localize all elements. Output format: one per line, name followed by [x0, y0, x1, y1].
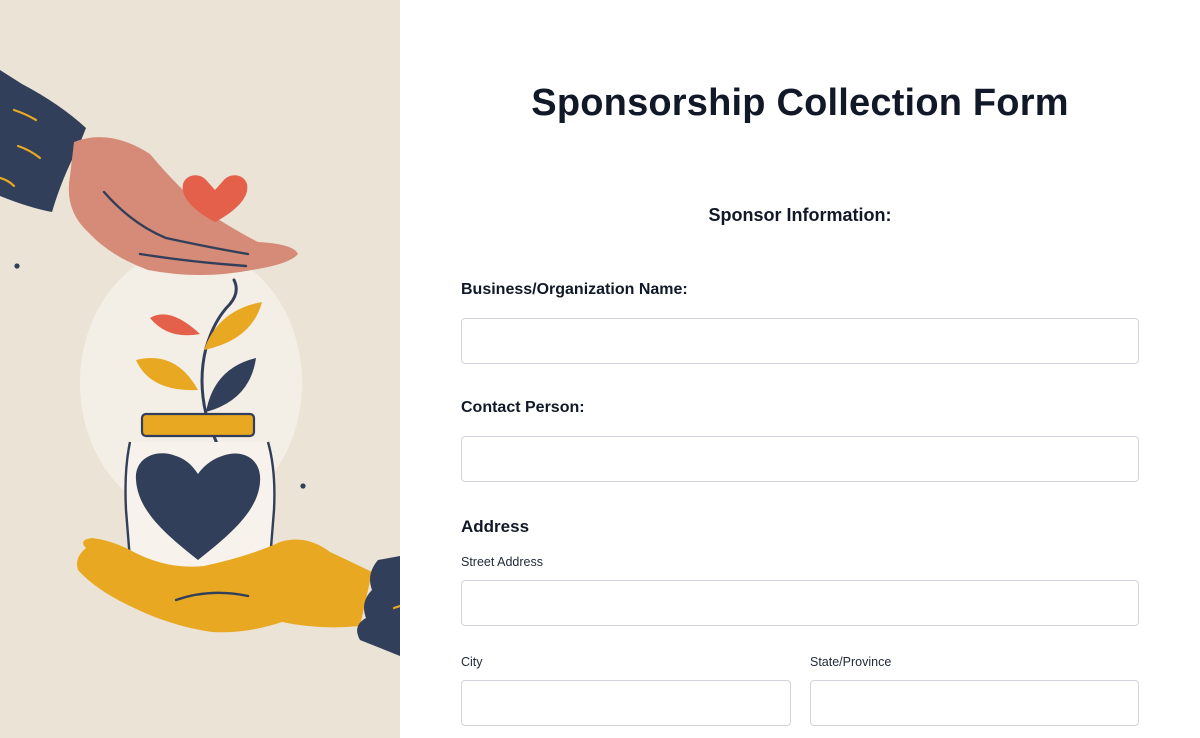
contact-person-input[interactable] — [461, 436, 1139, 482]
contact-person-label: Contact Person: — [461, 399, 585, 416]
street-address-label: Street Address — [461, 555, 543, 569]
top-hand — [68, 137, 298, 275]
decor-dot — [300, 483, 306, 489]
sponsorship-form-page: Sponsorship Collection Form Sponsor Info… — [0, 0, 1200, 738]
state-province-input[interactable] — [810, 680, 1139, 726]
business-name-input[interactable] — [461, 318, 1139, 364]
city-label: City — [461, 655, 483, 669]
hands-heart-jar-illustration — [0, 70, 400, 656]
state-province-label: State/Province — [810, 655, 892, 669]
business-name-label: Business/Organization Name: — [461, 281, 688, 298]
decor-dot — [14, 263, 20, 269]
form-title: Sponsorship Collection Form — [531, 82, 1069, 124]
street-address-input[interactable] — [461, 580, 1139, 626]
section-title: Sponsor Information: — [708, 205, 892, 225]
address-label: Address — [461, 517, 530, 536]
illustration-panel — [0, 0, 400, 738]
form-panel: Sponsorship Collection Form Sponsor Info… — [400, 0, 1200, 738]
jar-lid — [140, 412, 256, 438]
city-input[interactable] — [461, 680, 791, 726]
